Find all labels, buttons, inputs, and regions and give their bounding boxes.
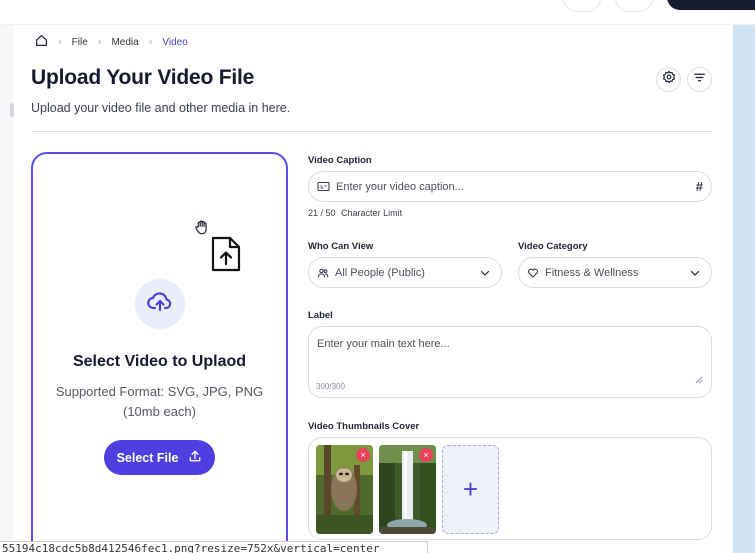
filter-lines-icon (693, 71, 706, 89)
home-icon[interactable] (35, 34, 48, 50)
size-limit: (10mb each) (123, 404, 196, 419)
video-category-label: Video Category (518, 241, 588, 252)
breadcrumb-item-video[interactable]: Video (162, 37, 187, 48)
select-file-label: Select File (116, 450, 179, 465)
status-url-bar: 55194c18cdc5b8d412546fec1.png?resize=752… (0, 541, 428, 553)
label-field-label: Label (308, 310, 333, 321)
sidebar-edge (0, 25, 14, 553)
caption-placeholder: Enter your video caption... (336, 180, 464, 193)
label-placeholder: Enter your main text here... (317, 338, 450, 350)
breadcrumb: › File › Media › Video (35, 34, 188, 50)
people-icon (317, 267, 329, 279)
upload-format-info: Supported Format: SVG, JPG, PNG (10mb ea… (33, 382, 286, 422)
background-edge (733, 25, 755, 553)
label-character-counter: 300/300 (316, 382, 345, 391)
video-category-value: Fitness & Wellness (545, 266, 639, 279)
video-caption-input[interactable]: Enter your video caption... # (308, 171, 712, 202)
chevron-down-icon (689, 267, 701, 282)
remove-thumbnail-button[interactable]: × (356, 448, 370, 462)
sidebar-handle[interactable] (10, 103, 14, 117)
gear-icon (662, 70, 676, 89)
upload-icon (188, 449, 202, 466)
filter-button[interactable] (687, 67, 712, 92)
thumbnail-sloth[interactable]: × (316, 445, 373, 534)
resize-handle-icon[interactable] (695, 371, 703, 389)
label-textarea[interactable]: Enter your main text here... 300/300 (308, 326, 712, 398)
file-upload-icon (211, 236, 241, 277)
add-thumbnail-button[interactable]: + (442, 445, 499, 534)
upload-title: Select Video to Uplaod (72, 353, 247, 370)
remove-thumbnail-button[interactable]: × (419, 448, 433, 462)
grab-cursor-icon (193, 218, 211, 241)
divider (31, 131, 712, 132)
plus-icon: + (462, 474, 479, 504)
chevron-down-icon (479, 267, 491, 282)
page-title: Upload Your Video File (31, 66, 255, 89)
chevron-right-icon: › (97, 36, 102, 48)
top-icon-button[interactable] (615, 0, 653, 12)
upload-dropzone[interactable]: Select Video to Uplaod Supported Format:… (31, 152, 288, 553)
who-can-view-value: All People (Public) (335, 266, 425, 279)
thumbnails-container: × × + (308, 437, 712, 540)
caption-count-suffix: Character Limit (341, 208, 403, 218)
supported-formats: Supported Format: SVG, JPG, PNG (55, 384, 264, 399)
breadcrumb-item-file[interactable]: File (72, 37, 88, 48)
cloud-upload-icon (147, 291, 173, 318)
caption-icon (317, 181, 330, 192)
select-file-button[interactable]: Select File (104, 440, 215, 475)
cloud-upload-badge (135, 279, 185, 329)
chevron-right-icon: › (58, 36, 62, 48)
hashtag-icon[interactable]: # (696, 179, 703, 194)
chevron-right-icon: › (148, 36, 153, 48)
breadcrumb-item-media[interactable]: Media (111, 37, 138, 48)
settings-button[interactable] (656, 67, 681, 92)
page-subtitle: Upload your video file and other media i… (31, 101, 291, 115)
video-caption-label: Video Caption (308, 155, 372, 166)
top-primary-button[interactable] (667, 0, 755, 10)
video-category-select[interactable]: Fitness & Wellness (518, 257, 712, 288)
caption-count: 21 / 50 (308, 208, 336, 218)
thumbnail-waterfall[interactable]: × (379, 445, 436, 534)
thumbnails-label: Video Thumbnails Cover (308, 421, 420, 432)
caption-character-counter: 21 / 50 Character Limit (308, 208, 402, 218)
top-icon-button[interactable] (563, 0, 601, 12)
page: › File › Media › Video Upload Your Video… (0, 0, 755, 553)
who-can-view-select[interactable]: All People (Public) (308, 257, 502, 288)
top-bar (0, 0, 755, 25)
heart-icon (527, 267, 539, 279)
who-can-view-label: Who Can View (308, 241, 374, 252)
